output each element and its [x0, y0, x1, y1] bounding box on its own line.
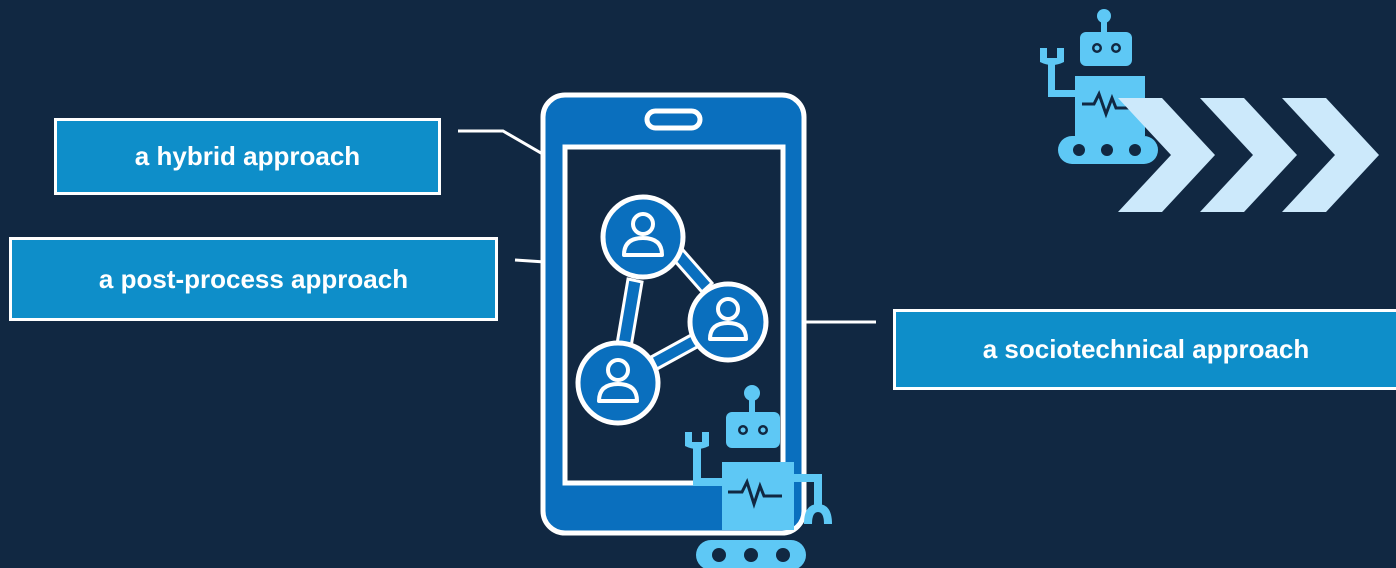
robot-icon: [1040, 9, 1158, 164]
user-node-icon: [575, 340, 661, 426]
label-post-process-approach: a post-process approach: [9, 237, 498, 321]
label-sociotechnical-approach: a sociotechnical approach: [893, 309, 1396, 390]
chevrons-icon: [1118, 98, 1379, 212]
user-node-icon: [687, 281, 769, 363]
label-hybrid-approach: a hybrid approach: [54, 118, 441, 195]
user-node-icon: [600, 194, 686, 280]
